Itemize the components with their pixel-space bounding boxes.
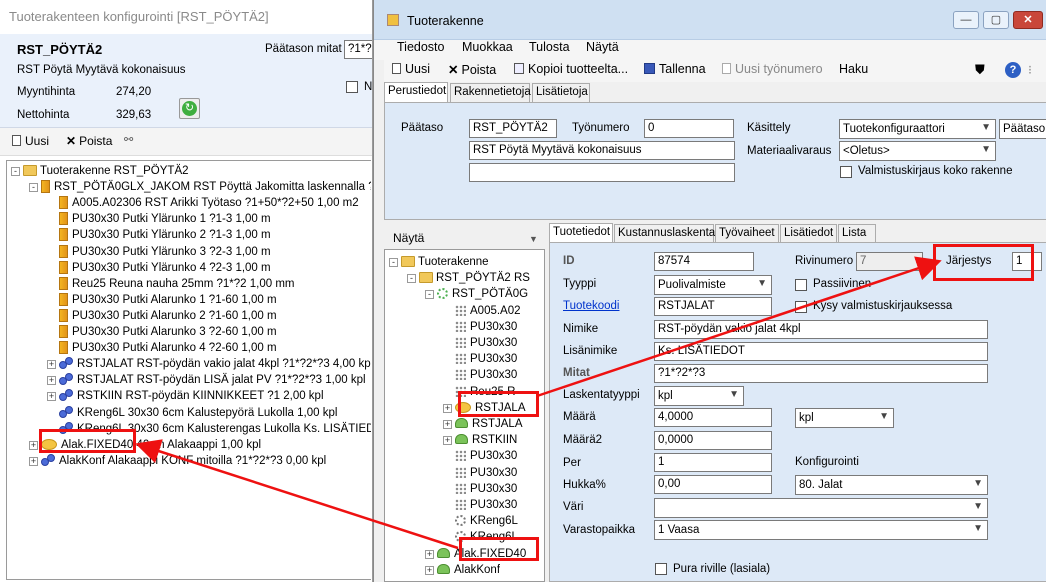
arrow-to-jarjestys	[536, 256, 942, 398]
arrow-to-left-alak	[135, 439, 459, 550]
annotation-arrows	[135, 256, 942, 550]
